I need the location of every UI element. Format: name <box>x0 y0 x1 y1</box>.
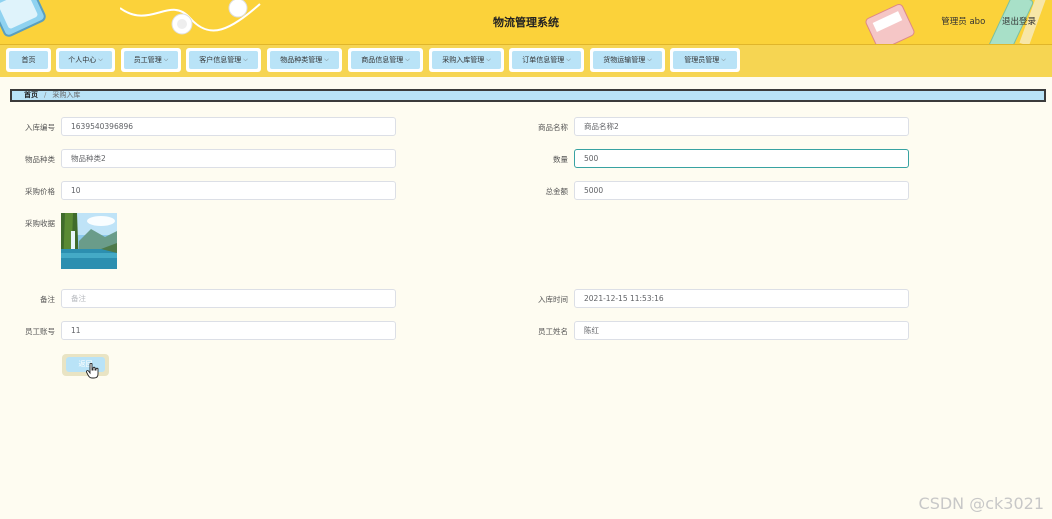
hand-cursor-icon <box>86 363 99 379</box>
category-input[interactable]: 物品种类2 <box>61 149 396 168</box>
nav-item-profile[interactable]: 个人中心 ⌵ <box>56 48 115 72</box>
nav-item-home[interactable]: 首页 <box>6 48 51 72</box>
chevron-down-icon: ⌵ <box>324 56 329 63</box>
nav-item-admin[interactable]: 管理员管理 ⌵ <box>670 48 740 72</box>
breadcrumb-home[interactable]: 首页 <box>24 91 38 99</box>
main-nav: 首页 个人中心 ⌵ 员工管理 ⌵ 客户信息管理 ⌵ 物品种类管理 ⌵ 商品信息管理 ⌵ 采… <box>0 44 1052 77</box>
quantity-label: 数量 <box>553 155 568 164</box>
chevron-down-icon: ⌵ <box>243 56 248 63</box>
receipt-image[interactable] <box>61 213 117 269</box>
top-header: 物流管理系统 管理员 abo 退出登录 <box>0 0 1052 44</box>
nav-label: 管理员管理 <box>684 56 720 64</box>
nav-label: 个人中心 <box>68 56 97 64</box>
chevron-down-icon: ⌵ <box>98 56 103 63</box>
chevron-down-icon: ⌵ <box>721 56 726 63</box>
current-user-label: 管理员 abo <box>941 17 986 27</box>
nav-label: 订单信息管理 <box>522 56 565 64</box>
breadcrumb-separator: / <box>44 91 47 99</box>
nav-label: 货物运输管理 <box>603 56 646 64</box>
price-input[interactable]: 10 <box>61 181 396 200</box>
chevron-down-icon: ⌵ <box>486 56 491 63</box>
user-area: 管理员 abo 退出登录 <box>927 15 1036 27</box>
nav-label: 员工管理 <box>133 56 162 64</box>
nav-label: 首页 <box>21 56 36 64</box>
breadcrumb-current: 采购入库 <box>52 91 81 99</box>
remark-input[interactable]: 备注 <box>61 289 396 308</box>
nav-label: 商品信息管理 <box>361 56 404 64</box>
stock-time-label: 入库时间 <box>538 295 568 304</box>
total-label: 总金额 <box>545 187 569 196</box>
stock-no-label: 入库编号 <box>25 123 55 132</box>
waterfall-landscape-image <box>61 213 117 269</box>
employee-no-input[interactable]: 11 <box>61 321 396 340</box>
app-title: 物流管理系统 <box>493 16 559 29</box>
breadcrumb: 首页 / 采购入库 <box>10 89 1046 102</box>
total-input[interactable]: 5000 <box>574 181 909 200</box>
quantity-input[interactable]: 500 <box>574 149 909 168</box>
employee-name-input[interactable]: 陈红 <box>574 321 909 340</box>
watermark-text: CSDN @ck3021 <box>918 494 1044 513</box>
stock-no-input[interactable]: 1639540396896 <box>61 117 396 136</box>
category-label: 物品种类 <box>25 155 55 164</box>
employee-name-label: 员工姓名 <box>538 327 568 336</box>
nav-item-employee[interactable]: 员工管理 ⌵ <box>121 48 181 72</box>
receipt-label: 采购收据 <box>25 219 55 228</box>
chevron-down-icon: ⌵ <box>647 56 652 63</box>
nav-item-product[interactable]: 商品信息管理 ⌵ <box>348 48 423 72</box>
product-name-input[interactable]: 商品名称2 <box>574 117 909 136</box>
nav-label: 客户信息管理 <box>199 56 242 64</box>
nav-label: 物品种类管理 <box>280 56 323 64</box>
nav-item-customer[interactable]: 客户信息管理 ⌵ <box>186 48 261 72</box>
stock-time-input[interactable]: 2021-12-15 11:53:16 <box>574 289 909 308</box>
price-label: 采购价格 <box>25 187 55 196</box>
logout-link[interactable]: 退出登录 <box>1002 17 1036 27</box>
nav-item-orders[interactable]: 订单信息管理 ⌵ <box>509 48 584 72</box>
chevron-down-icon: ⌵ <box>163 56 169 63</box>
nav-label: 采购入库管理 <box>442 56 485 64</box>
chevron-down-icon: ⌵ <box>405 56 410 63</box>
nav-item-purchase[interactable]: 采购入库管理 ⌵ <box>429 48 504 72</box>
employee-no-label: 员工账号 <box>25 327 55 336</box>
product-name-label: 商品名称 <box>538 123 568 132</box>
chevron-down-icon: ⌵ <box>566 56 571 63</box>
nav-item-shipping[interactable]: 货物运输管理 ⌵ <box>590 48 665 72</box>
nav-item-category[interactable]: 物品种类管理 ⌵ <box>267 48 342 72</box>
remark-label: 备注 <box>40 295 55 304</box>
